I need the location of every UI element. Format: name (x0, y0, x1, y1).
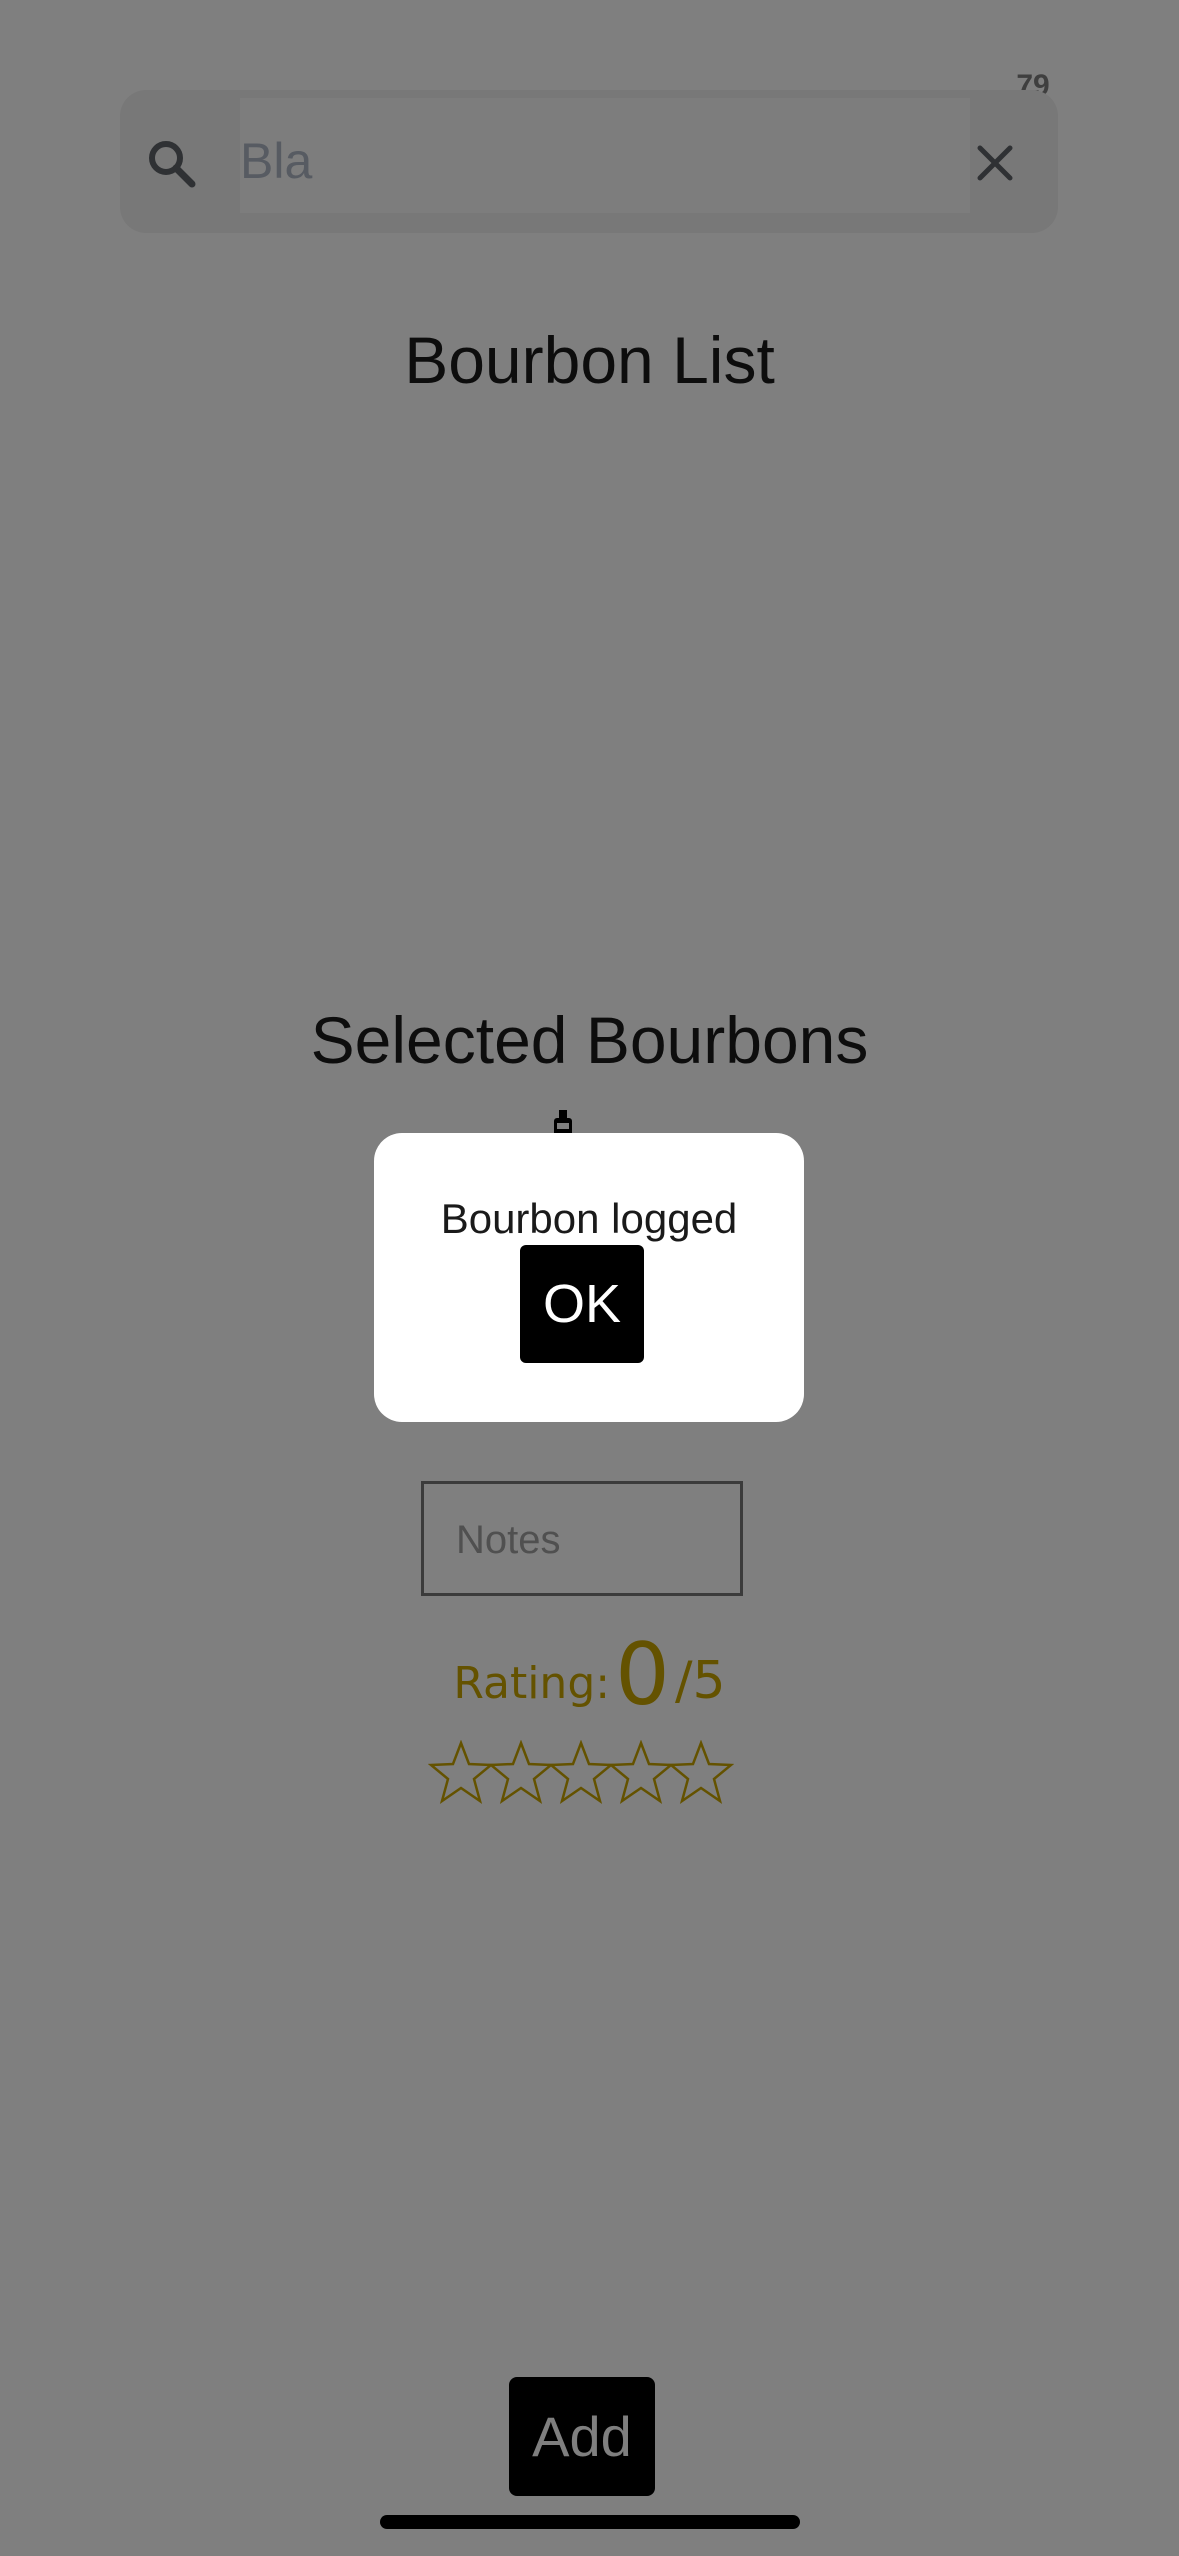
dialog-message: Bourbon logged (440, 1195, 738, 1242)
home-indicator[interactable] (380, 2515, 800, 2529)
ok-button[interactable]: OK (520, 1245, 644, 1363)
alert-dialog: Bourbon logged OK (374, 1133, 804, 1422)
